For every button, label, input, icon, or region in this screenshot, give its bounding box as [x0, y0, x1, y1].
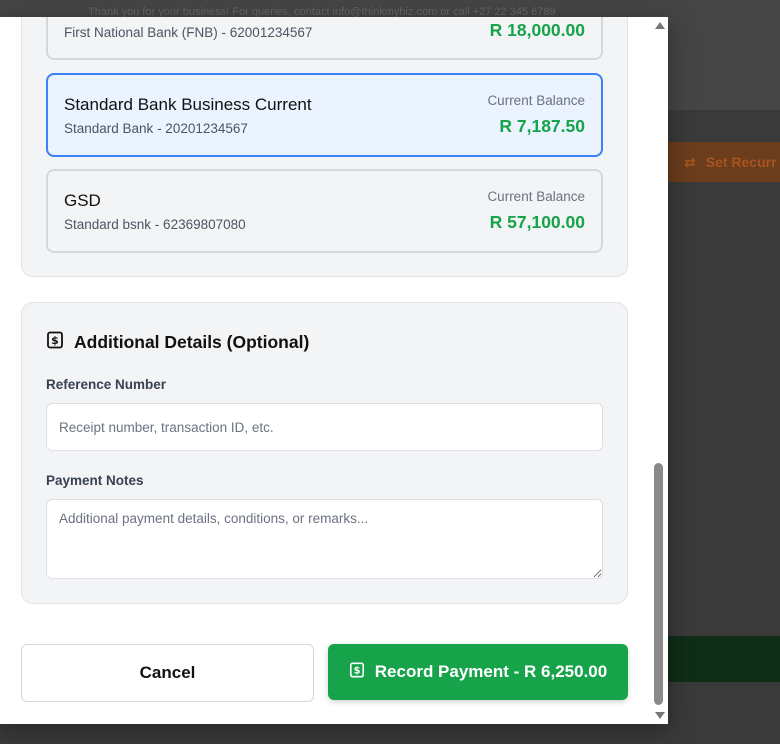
- current-balance-label: Current Balance: [487, 93, 585, 108]
- repeat-icon: ⇄: [684, 153, 696, 170]
- background-green-bar: [668, 636, 780, 682]
- bank-account-name: GSD: [64, 191, 101, 210]
- bank-account-details: Standard Bank - 20201234567: [64, 121, 248, 136]
- current-balance-label: Current Balance: [487, 189, 585, 204]
- background-set-recurring-label: Set Recurr: [705, 154, 777, 170]
- cancel-button-label: Cancel: [139, 663, 196, 682]
- cancel-button[interactable]: Cancel: [21, 644, 314, 702]
- money-bill-icon: $: [349, 662, 365, 683]
- reference-number-label: Reference Number: [46, 377, 167, 392]
- background-set-recurring-button: ⇄ Set Recurr: [668, 142, 780, 182]
- bank-account-details: First National Bank (FNB) - 62001234567: [64, 25, 313, 40]
- bank-account-option-standard-bank-business-current[interactable]: Standard Bank Business Current Standard …: [46, 73, 603, 157]
- scrollbar-thumb[interactable]: [654, 463, 663, 705]
- svg-text:$: $: [353, 665, 360, 676]
- additional-details-title: Additional Details (Optional): [74, 332, 310, 352]
- bank-account-name: Standard Bank Business Current: [64, 95, 312, 114]
- bank-account-balance: R 7,187.50: [499, 116, 585, 136]
- bank-account-details: Standard bsnk - 62369807080: [64, 217, 246, 232]
- bank-account-balance: R 57,100.00: [489, 212, 585, 232]
- reference-number-input[interactable]: [46, 403, 603, 451]
- payment-notes-textarea[interactable]: [46, 499, 603, 579]
- svg-text:$: $: [51, 334, 59, 347]
- bank-account-option-fnb[interactable]: First National Bank (FNB) - 62001234567 …: [46, 17, 603, 60]
- scroll-up-arrow-icon[interactable]: [655, 22, 665, 29]
- bank-account-option-gsd[interactable]: GSD Standard bsnk - 62369807080 Current …: [46, 169, 603, 253]
- scroll-down-arrow-icon[interactable]: [655, 712, 665, 719]
- modal-scrollbar[interactable]: [652, 17, 668, 724]
- money-bill-icon: $: [46, 331, 64, 354]
- payment-notes-label: Payment Notes: [46, 473, 144, 488]
- additional-details-heading: $ Additional Details (Optional): [46, 331, 309, 354]
- record-payment-modal: First National Bank (FNB) - 62001234567 …: [0, 17, 668, 724]
- record-payment-button[interactable]: $ Record Payment - R 6,250.00: [328, 644, 628, 700]
- record-payment-label: Record Payment - R 6,250.00: [374, 662, 608, 681]
- bank-account-balance: R 18,000.00: [489, 20, 585, 40]
